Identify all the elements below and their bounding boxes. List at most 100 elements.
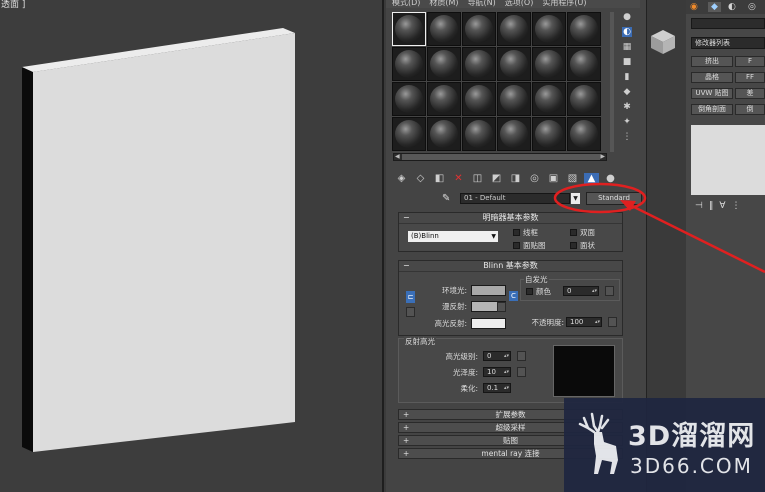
sample-slot[interactable] [567, 82, 601, 116]
glossiness-spinner[interactable]: 10 ▴▾ [483, 367, 511, 377]
sample-slot[interactable] [497, 47, 531, 81]
sample-slot[interactable] [392, 47, 426, 81]
modify-tab-icon[interactable]: ◆ [708, 2, 721, 12]
face-map-checkbox[interactable]: 面贴图 [513, 241, 546, 250]
menu-navigation[interactable]: 导航(N) [468, 0, 496, 8]
modifier-button-lattice[interactable]: 晶格 [691, 72, 733, 83]
slot-vertical-scrollbar[interactable] [610, 12, 614, 152]
sample-slot[interactable] [567, 117, 601, 151]
make-preview-icon[interactable]: ◆ [622, 87, 632, 97]
material-id-icon[interactable]: ◎ [527, 173, 542, 185]
modifier-button-bevel[interactable]: 倒 [735, 104, 765, 115]
modifier-list-dropdown[interactable]: 修改器列表 [691, 37, 765, 49]
modifier-stack[interactable] [691, 125, 765, 195]
menu-options[interactable]: 选项(O) [505, 0, 534, 8]
show-end-result-icon[interactable]: ▧ [565, 173, 580, 185]
specular-level-spinner[interactable]: 0 ▴▾ [483, 351, 511, 361]
ambient-color-swatch[interactable] [471, 285, 506, 296]
opacity-spinner[interactable]: 100 ▴▾ [566, 317, 602, 327]
background-icon[interactable]: ▦ [622, 42, 632, 52]
sample-slot[interactable] [497, 117, 531, 151]
two-sided-checkbox[interactable]: 双面 [570, 228, 595, 237]
assign-to-selection-icon[interactable]: ◧ [432, 173, 447, 185]
self-illum-color-checkbox[interactable]: 颜色 [526, 287, 551, 296]
menu-mode[interactable]: 模式(D) [392, 0, 420, 8]
sample-slot[interactable] [427, 47, 461, 81]
select-by-material-icon[interactable]: ✦ [622, 117, 632, 127]
scroll-thumb[interactable] [402, 154, 600, 160]
self-illum-map-button[interactable] [605, 286, 614, 296]
material-navigator-icon[interactable]: ⋮ [622, 132, 632, 142]
sample-slot[interactable] [497, 12, 531, 46]
material-name-dropdown-icon[interactable]: ▼ [571, 193, 580, 204]
sample-slot[interactable] [532, 12, 566, 46]
sample-slot[interactable] [532, 117, 566, 151]
scroll-right-icon[interactable]: ▶ [600, 153, 605, 160]
material-name-field[interactable]: 01 - Default [460, 193, 570, 204]
self-illum-spinner[interactable]: 0 ▴▾ [563, 286, 599, 296]
eyedropper-icon[interactable]: ✎ [442, 194, 454, 204]
sample-slot[interactable] [427, 12, 461, 46]
sample-slot[interactable] [462, 47, 496, 81]
make-unique-icon[interactable]: ∀ [719, 201, 725, 211]
sample-slot[interactable] [567, 12, 601, 46]
uv-tiling-icon[interactable]: ■ [622, 57, 632, 67]
rollout-header[interactable]: − Blinn 基本参数 [399, 261, 622, 272]
sample-slot[interactable] [497, 82, 531, 116]
box-object[interactable] [0, 0, 384, 492]
diffuse-map-button[interactable] [497, 302, 506, 312]
sample-slot[interactable] [462, 12, 496, 46]
video-color-check-icon[interactable]: ▮ [622, 72, 632, 82]
show-end-result-icon[interactable]: ‖ [709, 201, 714, 211]
options-icon[interactable]: ✱ [622, 102, 632, 112]
motion-tab-icon[interactable]: ◎ [748, 2, 756, 12]
material-type-button[interactable]: Standard [586, 192, 642, 205]
sample-slot[interactable] [532, 47, 566, 81]
menu-material[interactable]: 材质(M) [429, 0, 458, 8]
glossiness-map-button[interactable] [517, 367, 526, 377]
menu-utilities[interactable]: 实用程序(U) [542, 0, 586, 8]
put-to-scene-icon[interactable]: ◇ [413, 173, 428, 185]
faceted-checkbox[interactable]: 面状 [570, 241, 595, 250]
copy-material-icon[interactable]: ◫ [470, 173, 485, 185]
modifier-button-diff[interactable]: 差 [735, 88, 765, 99]
specular-level-map-button[interactable] [517, 351, 526, 361]
modifier-button-f[interactable]: F [735, 56, 765, 67]
reset-map-icon[interactable]: ✕ [451, 173, 466, 185]
sample-slot[interactable] [427, 117, 461, 151]
rollout-header[interactable]: − 明暗器基本参数 [399, 213, 622, 224]
sample-slot[interactable] [392, 12, 426, 46]
modifier-button-ff[interactable]: FF [735, 72, 765, 83]
object-name-field[interactable] [691, 18, 765, 29]
sample-slot[interactable] [567, 47, 601, 81]
sample-slot[interactable] [462, 82, 496, 116]
sample-slot[interactable] [392, 117, 426, 151]
make-unique-icon[interactable]: ◩ [489, 173, 504, 185]
wire-checkbox[interactable]: 线框 [513, 228, 538, 237]
go-to-parent-icon[interactable]: ▲ [584, 173, 599, 185]
remove-modifier-icon[interactable]: ⋮ [732, 201, 741, 211]
sample-slot[interactable] [427, 82, 461, 116]
create-tab-icon[interactable]: ◉ [690, 2, 698, 12]
put-to-library-icon[interactable]: ◨ [508, 173, 523, 185]
modifier-button-uvw-map[interactable]: UVW 贴图 [691, 88, 733, 99]
scroll-left-icon[interactable]: ◀ [395, 153, 400, 160]
sample-slot[interactable] [392, 82, 426, 116]
go-forward-sibling-icon[interactable]: ● [603, 173, 618, 185]
shader-dropdown[interactable]: (B)Blinn ▼ [408, 231, 498, 242]
opacity-map-button[interactable] [608, 317, 617, 327]
viewcube[interactable] [647, 22, 687, 82]
viewport[interactable]: 透面 ] [0, 0, 384, 492]
soften-spinner[interactable]: 0.1 ▴▾ [483, 383, 511, 393]
lock-map-button[interactable]: C [509, 291, 518, 301]
lock-diffuse-specular-button[interactable] [406, 307, 415, 317]
sample-type-icon[interactable]: ● [622, 12, 632, 22]
slot-horizontal-scrollbar[interactable]: ◀ ▶ [393, 153, 607, 161]
modifier-button-bevel-profile[interactable]: 倒角剖面 [691, 104, 733, 115]
pin-stack-icon[interactable]: ⊣ [695, 201, 703, 211]
specular-color-swatch[interactable] [471, 318, 506, 329]
sample-slot[interactable] [462, 117, 496, 151]
backlight-icon[interactable]: ◐ [622, 27, 632, 37]
show-map-icon[interactable]: ▣ [546, 173, 561, 185]
lock-ambient-diffuse-button[interactable]: ⊏ [406, 291, 415, 303]
